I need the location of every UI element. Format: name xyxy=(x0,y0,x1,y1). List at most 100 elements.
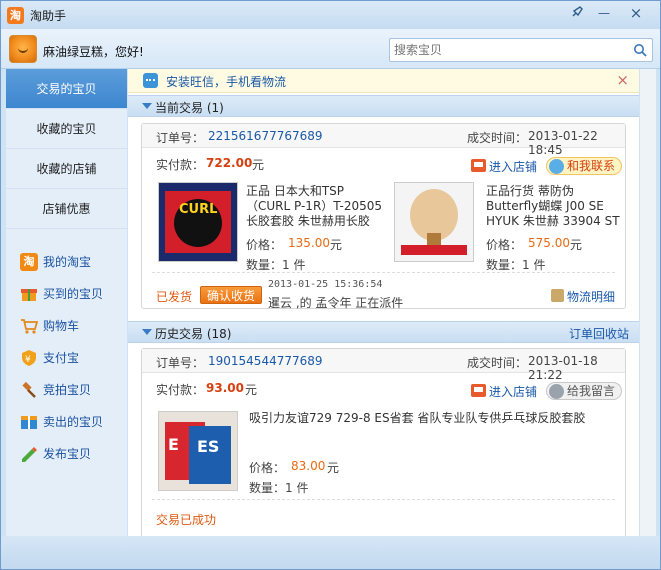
shop-icon xyxy=(471,384,486,397)
paid-label: 实付款： xyxy=(156,158,205,172)
contact-me-button[interactable]: 和我联系 xyxy=(546,157,623,175)
price-unit: 元 xyxy=(330,238,343,252)
paid-currency: 元 xyxy=(252,158,265,172)
sidebar-item-bought[interactable]: 买到的宝贝 xyxy=(20,284,103,304)
logistics-detail-link[interactable]: 物流明细 xyxy=(551,288,615,305)
sidebar-item-publish[interactable]: 发布宝贝 xyxy=(20,444,91,464)
product-title[interactable]: 正品行货 蒂防伪 Butterfly蝴蝶 J00 SE HYUK 朱世赫 339… xyxy=(486,184,620,229)
section-current-trades[interactable]: 当前交易 (1) xyxy=(128,95,639,117)
quantity: 数量：1 件 xyxy=(246,258,306,272)
alipay-icon: ¥ xyxy=(20,349,38,367)
paid-amount: 722.00 xyxy=(206,156,253,170)
enter-shop-button[interactable]: 进入店铺 xyxy=(471,158,537,175)
sidebar-item-label: 购物车 xyxy=(43,319,80,333)
paid-label: 实付款： xyxy=(156,383,205,397)
price-unit: 元 xyxy=(570,238,583,252)
sidebar-item-sold[interactable]: 卖出的宝贝 xyxy=(20,412,103,432)
sidebar-item-my-taobao[interactable]: 淘 我的淘宝 xyxy=(20,252,91,272)
sidebar: 交易的宝贝 收藏的宝贝 收藏的店铺 店铺优惠 淘 我的淘宝 买到的宝贝 购物车 … xyxy=(6,69,127,536)
price-label: 价格： xyxy=(246,238,283,252)
product-image[interactable] xyxy=(394,182,474,262)
order-card-history: 订单号： 190154544777689 成交时间： 2013-01-18 21… xyxy=(141,348,626,536)
section-history-trades[interactable]: 历史交易 (18) 订单回收站 xyxy=(128,321,639,343)
product-image[interactable]: CURL xyxy=(158,182,238,262)
svg-text:E: E xyxy=(168,435,179,454)
sidebar-item-label: 竞拍宝贝 xyxy=(43,383,92,397)
sidebar-item-label: 我的淘宝 xyxy=(43,255,92,269)
order-no[interactable]: 190154544777689 xyxy=(208,354,323,368)
order-no[interactable]: 2215616777676​89 xyxy=(208,129,323,143)
deal-time-label: 成交时间： xyxy=(467,356,528,370)
paid-amount: 93.00 xyxy=(206,381,244,395)
deal-time: 2013-01-18 21:22 xyxy=(528,354,598,382)
sidebar-item-label: 发布宝贝 xyxy=(43,447,92,461)
tab-favorite-items[interactable]: 收藏的宝贝 xyxy=(6,109,127,149)
confirm-receipt-button[interactable]: 确认收货 xyxy=(200,286,263,304)
gift-icon xyxy=(20,285,38,303)
avatar[interactable] xyxy=(9,35,37,63)
order-no-label: 订单号： xyxy=(156,356,205,370)
order-status: 已发货 xyxy=(156,290,193,304)
section-title: 当前交易 (1) xyxy=(155,101,224,115)
auction-icon xyxy=(20,381,38,399)
close-button[interactable]: × xyxy=(627,5,645,21)
pin-icon[interactable] xyxy=(569,5,587,21)
order-status: 交易已成功 xyxy=(156,513,217,527)
order-no-label: 订单号： xyxy=(156,131,205,145)
deal-time: 2013-01-22 18:45 xyxy=(528,129,598,157)
notice-bar: 安装旺信，手机看物流 × xyxy=(128,69,639,93)
product-image[interactable]: E ES xyxy=(158,411,238,491)
product-title[interactable]: 正品 日本大和TSP（CURL P-1R）T-20505 长胶套胶 朱世赫用长胶 xyxy=(246,184,386,229)
chat-icon xyxy=(143,73,158,88)
scrollbar[interactable] xyxy=(639,69,656,536)
sidebar-item-cart[interactable]: 购物车 xyxy=(20,316,79,336)
product-title[interactable]: 吸引力友谊729 729-8 ES省套 省队专业队专供乒乓球反胶套胶 xyxy=(249,411,619,427)
window-title: 淘助手 xyxy=(30,9,67,23)
app-logo-icon: 淘 xyxy=(7,7,24,24)
sidebar-item-alipay[interactable]: ¥ 支付宝 xyxy=(20,348,79,368)
quantity: 数量：1 件 xyxy=(249,481,309,495)
search-icon[interactable] xyxy=(633,43,647,57)
collapse-arrow-icon[interactable] xyxy=(142,329,152,335)
svg-text:CURL: CURL xyxy=(179,202,217,217)
contact-label: 和我联系 xyxy=(567,159,616,173)
price-label: 价格： xyxy=(486,238,523,252)
package-icon xyxy=(551,289,564,302)
user-greeting: 麻油绿豆糕，您好! xyxy=(43,45,144,59)
deal-time-label: 成交时间： xyxy=(467,131,528,145)
wangwang-icon xyxy=(549,159,564,174)
sidebar-item-label: 卖出的宝贝 xyxy=(43,415,104,429)
sold-icon xyxy=(20,413,38,431)
price-value: 83.00 xyxy=(291,459,326,473)
sidebar-item-label: 买到的宝贝 xyxy=(43,287,104,301)
tab-traded-items[interactable]: 交易的宝贝 xyxy=(6,69,127,109)
search-box xyxy=(389,38,653,62)
publish-icon xyxy=(20,445,38,463)
order-card-current: 订单号： 2215616777676​89 成交时间： 2013-01-22 1… xyxy=(141,123,626,310)
collapse-arrow-icon[interactable] xyxy=(142,103,152,109)
tab-shop-deals[interactable]: 店铺优惠 xyxy=(6,189,127,229)
main-panel: 安装旺信，手机看物流 × 当前交易 (1) 订单号： 2215616777676… xyxy=(128,69,639,536)
order-header: 订单号： 2215616777676​89 成交时间： 2013-01-22 1… xyxy=(142,124,625,157)
user-bar: 麻油绿豆糕，您好! xyxy=(1,29,660,69)
minimize-button[interactable]: — xyxy=(595,5,613,21)
app-window: 淘 淘助手 — × 麻油绿豆糕，您好! 交易的宝贝 收藏的宝贝 收藏的店铺 店铺… xyxy=(0,0,661,570)
leave-message-button[interactable]: 给我留言 xyxy=(546,382,623,400)
notice-link[interactable]: 安装旺信，手机看物流 xyxy=(166,73,286,90)
price-value: 575.00 xyxy=(528,236,570,250)
tab-favorite-shops[interactable]: 收藏的店铺 xyxy=(6,149,127,189)
shop-icon xyxy=(471,159,486,172)
order-recycle-bin-link[interactable]: 订单回收站 xyxy=(569,325,629,342)
divider xyxy=(152,272,615,273)
quantity: 数量：1 件 xyxy=(486,258,546,272)
price-unit: 元 xyxy=(327,461,340,475)
search-input[interactable] xyxy=(392,40,622,60)
cart-icon xyxy=(20,317,39,335)
title-bar[interactable]: 淘 淘助手 — × xyxy=(1,1,660,29)
sidebar-item-auction[interactable]: 竞拍宝贝 xyxy=(20,380,91,400)
enter-shop-label: 进入店铺 xyxy=(489,385,538,399)
enter-shop-label: 进入店铺 xyxy=(489,160,538,174)
enter-shop-button[interactable]: 进入店铺 xyxy=(471,383,537,400)
notice-close-button[interactable]: × xyxy=(616,72,629,88)
svg-text:¥: ¥ xyxy=(25,355,31,365)
